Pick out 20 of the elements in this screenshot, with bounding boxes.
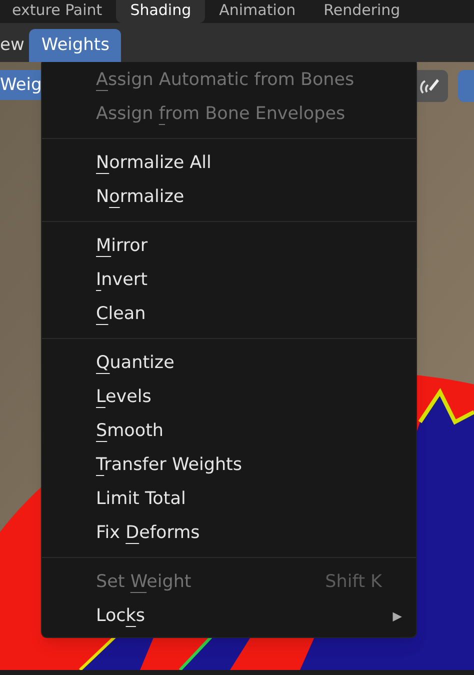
workspace-tab[interactable]: Rendering <box>310 0 414 23</box>
workspace-tab[interactable]: Animation <box>205 0 310 23</box>
menu-item[interactable]: Locks ▶ <box>42 599 416 633</box>
menu-item[interactable]: Limit Total <box>42 482 416 516</box>
workspace-tab[interactable]: Shading <box>116 0 206 23</box>
workspace-tab[interactable]: exture Paint <box>0 0 116 23</box>
menu-item[interactable]: Invert <box>42 263 416 297</box>
menu-item[interactable]: Mirror <box>42 229 416 263</box>
menu-button[interactable]: ew <box>0 29 28 62</box>
menu-item[interactable]: Transfer Weights <box>42 448 416 482</box>
shortcut-label: Shift K <box>325 570 382 594</box>
menu-item[interactable]: Normalize All <box>42 146 416 180</box>
menu-item[interactable]: Smooth <box>42 414 416 448</box>
submenu-arrow: ▶ <box>392 608 402 625</box>
menu-item[interactable]: Fix Deforms <box>42 516 416 550</box>
menu-item[interactable]: Normalize <box>42 180 416 214</box>
menu-button[interactable]: Weights <box>29 29 122 62</box>
menu-item[interactable]: Quantize <box>42 346 416 380</box>
menu-item[interactable]: Clean <box>42 297 416 331</box>
menu-item[interactable]: Levels <box>42 380 416 414</box>
